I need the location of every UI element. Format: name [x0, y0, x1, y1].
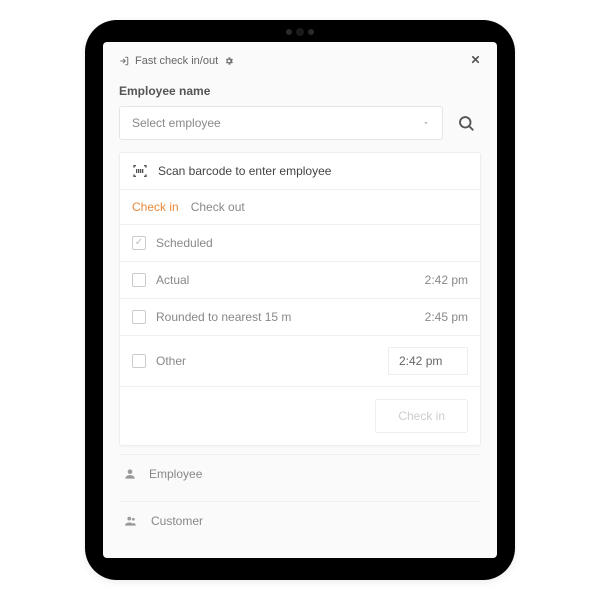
gear-icon[interactable]	[224, 56, 234, 66]
employee-select-placeholder: Select employee	[132, 116, 221, 130]
option-actual-label: Actual	[156, 273, 415, 287]
app-screen: Fast check in/out Employee name Select e…	[103, 42, 497, 558]
checkin-card: Scan barcode to enter employee Check in …	[119, 152, 481, 446]
checkin-button[interactable]: Check in	[375, 399, 468, 433]
option-actual-time: 2:42 pm	[425, 273, 468, 287]
people-icon	[123, 514, 139, 528]
footer-customer-label: Customer	[151, 514, 203, 528]
footer-employee-row[interactable]: Employee	[119, 454, 481, 493]
checkbox-scheduled[interactable]	[132, 236, 146, 250]
scan-barcode-row[interactable]: Scan barcode to enter employee	[120, 153, 480, 190]
login-icon	[119, 56, 129, 66]
checkin-tabs: Check in Check out	[120, 190, 480, 225]
checkbox-rounded[interactable]	[132, 310, 146, 324]
footer-customer-row[interactable]: Customer	[119, 501, 481, 540]
employee-name-label: Employee name	[119, 84, 481, 98]
search-button[interactable]	[451, 106, 481, 140]
caret-down-icon	[422, 116, 430, 130]
option-rounded[interactable]: Rounded to nearest 15 m 2:45 pm	[120, 299, 480, 336]
checkbox-other[interactable]	[132, 354, 146, 368]
camera-cluster	[286, 28, 314, 36]
barcode-icon	[132, 163, 148, 179]
modal-header: Fast check in/out	[119, 54, 481, 68]
option-scheduled[interactable]: Scheduled	[120, 225, 480, 262]
option-other-label: Other	[156, 354, 378, 368]
option-actual[interactable]: Actual 2:42 pm	[120, 262, 480, 299]
option-rounded-time: 2:45 pm	[425, 310, 468, 324]
close-icon[interactable]	[470, 54, 481, 68]
option-other[interactable]: Other	[120, 336, 480, 387]
checkbox-actual[interactable]	[132, 273, 146, 287]
tablet-frame: Fast check in/out Employee name Select e…	[85, 20, 515, 580]
option-rounded-label: Rounded to nearest 15 m	[156, 310, 415, 324]
employee-select[interactable]: Select employee	[119, 106, 443, 140]
footer-employee-label: Employee	[149, 467, 202, 481]
person-icon	[123, 467, 137, 481]
modal-title: Fast check in/out	[135, 55, 218, 67]
tab-checkout[interactable]: Check out	[191, 200, 245, 214]
option-other-time-input[interactable]	[388, 347, 468, 375]
option-scheduled-label: Scheduled	[156, 236, 468, 250]
scan-barcode-text: Scan barcode to enter employee	[158, 164, 331, 178]
tab-checkin[interactable]: Check in	[132, 200, 179, 214]
